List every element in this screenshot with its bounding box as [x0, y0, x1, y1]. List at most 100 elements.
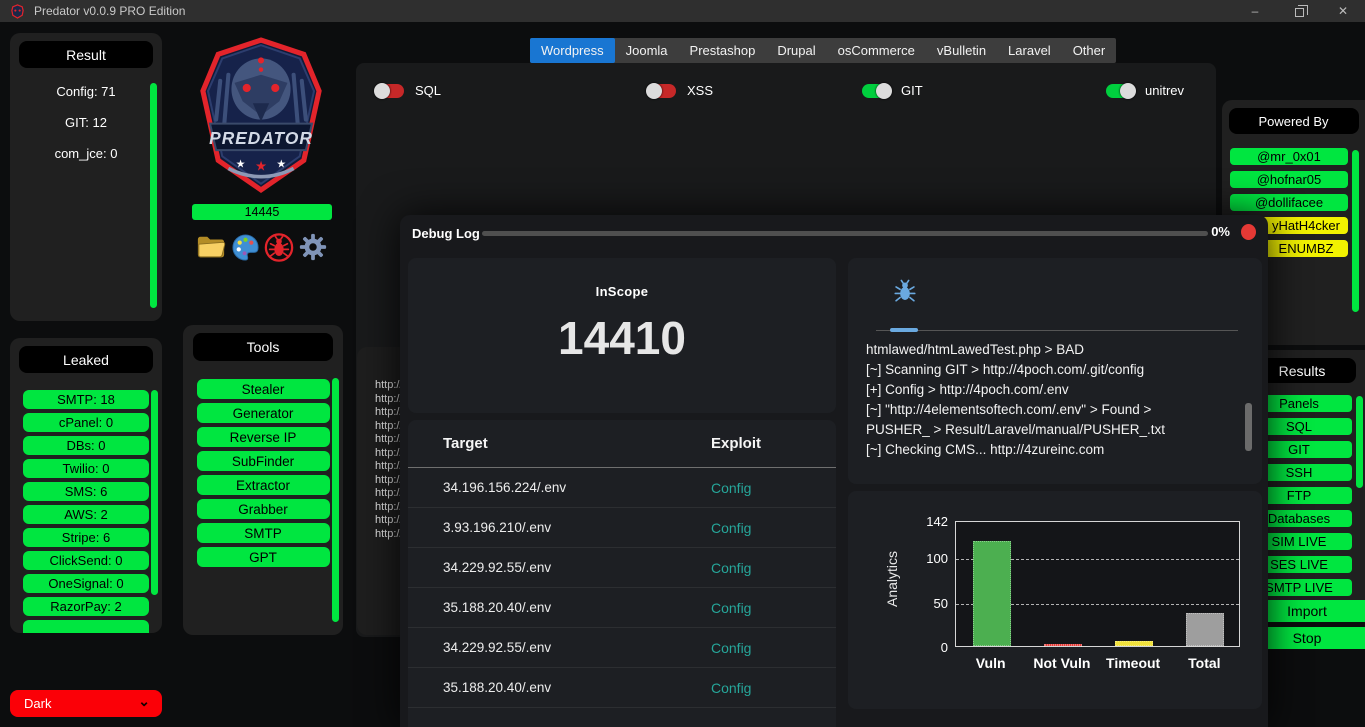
- leaked-button[interactable]: Twilio: 0: [23, 459, 149, 478]
- debug-log-title: Debug Log: [412, 226, 480, 241]
- toggle-switch-xss[interactable]: [648, 84, 676, 98]
- tool-button[interactable]: SMTP: [197, 523, 330, 543]
- leaked-scrollbar[interactable]: [151, 390, 158, 595]
- config-link[interactable]: Config: [711, 480, 836, 496]
- leaked-button[interactable]: SMTP: 18: [23, 390, 149, 409]
- table-row: 35.188.20.40/.envConfig: [408, 588, 836, 628]
- leaked-button[interactable]: Stripe: 6: [23, 528, 149, 547]
- exploit-column-header: Exploit: [711, 435, 836, 452]
- tool-button[interactable]: Grabber: [197, 499, 330, 519]
- palette-icon[interactable]: [230, 231, 260, 263]
- tools-panel: Tools StealerGeneratorReverse IPSubFinde…: [183, 325, 343, 635]
- toggle-switch-unitrev[interactable]: [1106, 84, 1134, 98]
- config-link[interactable]: Config: [711, 520, 836, 536]
- powered-member-button[interactable]: @dollifacee: [1230, 194, 1348, 211]
- leaked-button[interactable]: OneSignal: 0: [23, 574, 149, 593]
- result-scrollbar[interactable]: [150, 83, 157, 308]
- powered-scrollbar[interactable]: [1352, 150, 1359, 312]
- chart-category-labels: VulnNot VulnTimeoutTotal: [955, 655, 1240, 671]
- chart-y-tick: 100: [908, 551, 948, 566]
- leaked-button[interactable]: ClickSend: 0: [23, 551, 149, 570]
- tab-vbulletin[interactable]: vBulletin: [926, 38, 997, 63]
- chevron-down-icon: ⌄: [138, 693, 150, 710]
- theme-select[interactable]: Dark ⌄: [10, 690, 162, 717]
- log-line: [~] Scanning GIT > http://4poch.com/.git…: [866, 360, 1228, 380]
- bug-icon[interactable]: [264, 231, 294, 263]
- config-link[interactable]: Config: [711, 600, 836, 616]
- toggle-label: unitrev: [1145, 83, 1184, 98]
- powered-member-button[interactable]: @hofnar05: [1230, 171, 1348, 188]
- tab-joomla[interactable]: Joomla: [615, 38, 679, 63]
- log-line: [+] Config > http://4poch.com/.env: [866, 380, 1228, 400]
- window-title: Predator v0.0.9 PRO Edition: [34, 4, 185, 18]
- chart-x-label: Total: [1169, 655, 1240, 671]
- toggle-sql: SQL: [376, 83, 441, 98]
- minimize-button[interactable]: –: [1233, 0, 1277, 22]
- toggle-knob: [374, 83, 390, 99]
- leaked-button[interactable]: cPanel: 0: [23, 413, 149, 432]
- leaked-button[interactable]: AWS: 2: [23, 505, 149, 524]
- tool-button[interactable]: Stealer: [197, 379, 330, 399]
- leaked-button[interactable]: DBs: 0: [23, 436, 149, 455]
- progress-percent: 0%: [1211, 224, 1230, 239]
- tool-button[interactable]: GPT: [197, 547, 330, 567]
- config-link[interactable]: Config: [711, 680, 836, 696]
- tool-button[interactable]: Reverse IP: [197, 427, 330, 447]
- tab-other[interactable]: Other: [1062, 38, 1117, 63]
- log-card: htmlawed/htmLawedTest.php > BAD[~] Scann…: [848, 258, 1262, 484]
- leaked-button[interactable]: RazorPay: 2: [23, 597, 149, 616]
- tools-scrollbar[interactable]: [332, 378, 339, 622]
- tool-button[interactable]: Extractor: [197, 475, 330, 495]
- target-cell: 35.188.20.40/.env: [443, 600, 711, 615]
- chart-bar-vuln: [973, 541, 1011, 646]
- config-link[interactable]: Config: [711, 560, 836, 576]
- app-logo-icon: [10, 4, 25, 19]
- chart-y-tick: 0: [908, 640, 948, 655]
- toggle-label: SQL: [415, 83, 441, 98]
- quick-icons-row: [196, 231, 328, 263]
- config-link[interactable]: Config: [711, 640, 836, 656]
- close-button[interactable]: ✕: [1321, 0, 1365, 22]
- tab-drupal[interactable]: Drupal: [766, 38, 826, 63]
- powered-member-button[interactable]: @mr_0x01: [1230, 148, 1348, 165]
- gear-icon[interactable]: [298, 231, 328, 263]
- tab-wordpress[interactable]: Wordpress: [530, 38, 615, 63]
- tab-prestashop[interactable]: Prestashop: [679, 38, 767, 63]
- table-row: 3.93.196.210/.envConfig: [408, 508, 836, 548]
- toggle-knob: [646, 83, 662, 99]
- chart-bar-timeout: [1115, 641, 1153, 646]
- bug-tab-icon[interactable]: [892, 278, 918, 304]
- toggle-label: XSS: [687, 83, 713, 98]
- table-row: 35.188.20.40/.envConfig: [408, 668, 836, 708]
- target-cell: 3.93.196.210/.env: [443, 520, 711, 535]
- tab-oscommerce[interactable]: osCommerce: [827, 38, 926, 63]
- tab-laravel[interactable]: Laravel: [997, 38, 1062, 63]
- folder-icon[interactable]: [196, 231, 226, 263]
- analytics-chart-card: Analytics 050100142 VulnNot VulnTimeoutT…: [848, 491, 1262, 709]
- log-line: htmlawed/htmLawedTest.php > BAD: [866, 340, 1228, 360]
- result-stat: com_jce: 0: [10, 146, 162, 161]
- toggle-unitrev: unitrev: [1106, 83, 1184, 98]
- restore-button[interactable]: [1277, 0, 1321, 22]
- toggle-label: GIT: [901, 83, 923, 98]
- toggle-xss: XSS: [648, 83, 713, 98]
- leaked-button[interactable]: [23, 620, 149, 633]
- toggle-switch-git[interactable]: [862, 84, 890, 98]
- leaked-button[interactable]: SMS: 6: [23, 482, 149, 501]
- scope-count-button[interactable]: 14445: [192, 204, 332, 220]
- results-scrollbar[interactable]: [1356, 396, 1363, 488]
- result-panel: Result Config: 71GIT: 12com_jce: 0: [10, 33, 162, 321]
- log-scrollbar[interactable]: [1245, 403, 1252, 451]
- leaked-panel-title: Leaked: [19, 346, 153, 373]
- leaked-panel: Leaked SMTP: 18 cPanel: 0 DBs: 0 Twilio: 0 S…: [10, 338, 162, 633]
- svg-text:PREDATOR: PREDATOR: [209, 128, 313, 148]
- chart-bar-not-vuln: [1044, 644, 1082, 646]
- log-line: [~] Checking CMS... http://4zureinc.com: [866, 440, 1228, 460]
- log-tab-indicator: [890, 328, 918, 332]
- tool-button[interactable]: Generator: [197, 403, 330, 423]
- debug-log-header: Debug Log 0%: [400, 215, 1268, 251]
- log-line: PUSHER_ > Result/Laravel/manual/PUSHER_.…: [866, 420, 1228, 440]
- tool-button[interactable]: SubFinder: [197, 451, 330, 471]
- debug-log-modal: Debug Log 0% InScope 14410 Target Exploi…: [400, 215, 1268, 727]
- toggle-switch-sql[interactable]: [376, 84, 404, 98]
